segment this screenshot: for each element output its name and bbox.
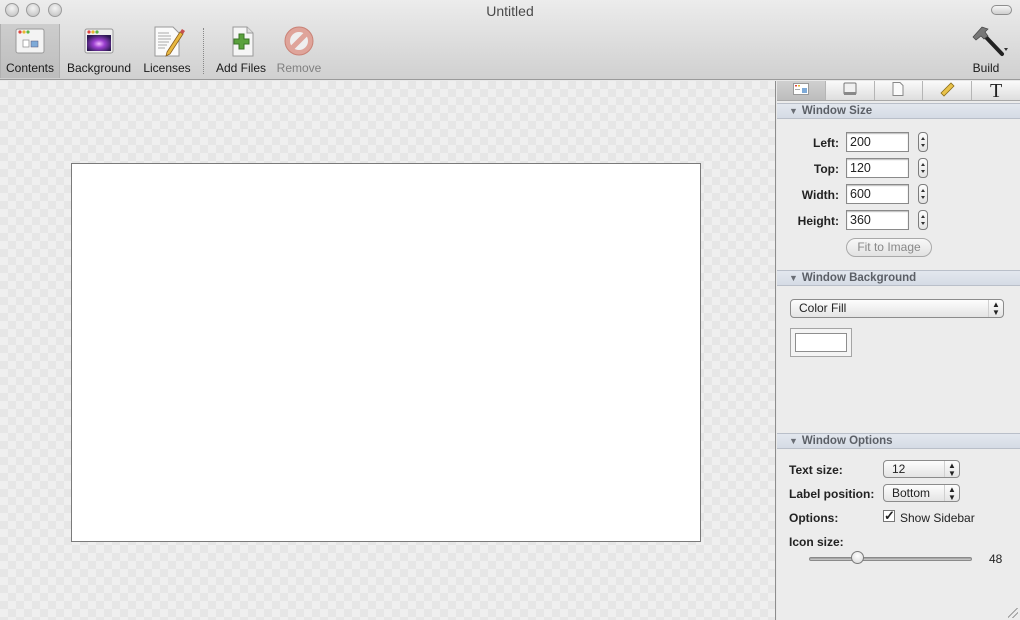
icon-size-slider[interactable] — [809, 557, 972, 561]
select-value: 12 — [892, 462, 906, 476]
top-label: Top: — [813, 162, 839, 176]
background-image-icon — [81, 24, 117, 58]
toolbar-label: Remove — [276, 61, 322, 75]
section-window-options-header[interactable]: ▼ Window Options — [777, 433, 1020, 449]
canvas-area — [0, 81, 776, 620]
resize-grip[interactable] — [1008, 608, 1018, 618]
select-value: Bottom — [892, 486, 931, 500]
toolbar-label: Licenses — [143, 61, 191, 75]
fit-to-image-button[interactable]: Fit to Image — [846, 238, 932, 257]
disclosure-triangle-icon: ▼ — [789, 273, 798, 283]
text-size-label: Text size: — [789, 463, 843, 477]
tab-ruler[interactable] — [923, 81, 973, 100]
section-title: Window Size — [801, 105, 873, 117]
toolbar-remove-button[interactable]: Remove — [274, 24, 324, 78]
tab-layout[interactable] — [777, 81, 826, 100]
label-position-select[interactable]: Bottom ▲ ▼ — [883, 484, 960, 502]
inspector-panel: T ▼ Window Size Left: 200 Top: 120 Width:… — [777, 81, 1020, 620]
tab-text[interactable]: T — [972, 79, 1020, 102]
text-size-select[interactable]: 12 ▲ ▼ — [883, 460, 960, 478]
disk-icon — [843, 82, 857, 99]
toolbar-licenses-button[interactable]: Licenses — [140, 24, 194, 78]
toolbar-contents-button[interactable]: Contents — [0, 24, 60, 78]
top-field[interactable]: 120 — [846, 158, 909, 178]
show-sidebar-checkbox[interactable]: ✓ — [883, 508, 895, 523]
select-value: Color Fill — [799, 301, 847, 315]
background-fill-select[interactable]: Color Fill ▲ ▼ — [790, 299, 1004, 318]
width-stepper[interactable] — [918, 184, 928, 204]
inspector-tabs: T — [777, 81, 1020, 101]
toolbar-build-button[interactable]: Build — [964, 24, 1008, 78]
height-label: Height: — [797, 214, 839, 228]
window-contents-icon — [12, 24, 48, 58]
top-stepper[interactable] — [918, 158, 928, 178]
remove-icon — [281, 24, 317, 58]
ruler-icon — [939, 81, 955, 100]
width-field[interactable]: 600 — [846, 184, 909, 204]
height-field[interactable]: 360 — [846, 210, 909, 230]
left-label: Left: — [813, 136, 839, 150]
toolbar-background-button[interactable]: Background — [64, 24, 134, 78]
section-title: Window Background — [801, 272, 917, 284]
show-sidebar-label[interactable]: Show Sidebar — [900, 511, 975, 525]
toolbar-label: Add Files — [215, 61, 267, 75]
text-icon: T — [989, 79, 1003, 102]
icon-size-label: Icon size: — [789, 535, 844, 549]
icon-size-slider-knob[interactable] — [851, 551, 864, 564]
section-window-size-header[interactable]: ▼ Window Size — [777, 103, 1020, 119]
layout-icon — [792, 83, 809, 98]
tab-disk[interactable] — [826, 81, 875, 100]
toolbar-label: Build — [972, 61, 1000, 75]
window-preview[interactable] — [71, 163, 701, 542]
height-stepper[interactable] — [918, 210, 928, 230]
checkmark-icon: ✓ — [884, 508, 895, 523]
add-file-icon — [223, 24, 259, 58]
window-title: Untitled — [486, 3, 534, 19]
hammer-icon — [968, 24, 1008, 58]
color-swatch — [795, 333, 847, 352]
toolbar-add-files-button[interactable]: Add Files — [212, 24, 270, 78]
left-field[interactable]: 200 — [846, 132, 909, 152]
label-position-label: Label position: — [789, 487, 875, 501]
left-stepper[interactable] — [918, 132, 928, 152]
toolbar-label: Background — [66, 61, 132, 75]
section-title: Window Options — [801, 435, 893, 447]
icon-size-value: 48 — [989, 552, 1003, 566]
width-label: Width: — [801, 188, 839, 202]
tab-document[interactable] — [875, 81, 924, 100]
select-arrows-icon: ▲ ▼ — [944, 461, 959, 478]
document-icon — [892, 82, 904, 99]
select-arrows-icon: ▲ ▼ — [988, 300, 1003, 317]
window-titlebar: Untitled Contents Background Licenses Ad… — [0, 0, 1020, 80]
license-document-icon — [149, 24, 185, 58]
toolbar-label: Contents — [5, 61, 55, 75]
background-color-well[interactable] — [790, 328, 852, 357]
toolbar-toggle-button[interactable] — [991, 5, 1012, 15]
select-arrows-icon: ▲ ▼ — [944, 485, 959, 502]
disclosure-triangle-icon: ▼ — [789, 436, 798, 446]
disclosure-triangle-icon: ▼ — [789, 106, 798, 116]
options-label: Options: — [789, 511, 839, 525]
section-window-background-header[interactable]: ▼ Window Background — [777, 270, 1020, 286]
toolbar-separator — [203, 28, 204, 74]
